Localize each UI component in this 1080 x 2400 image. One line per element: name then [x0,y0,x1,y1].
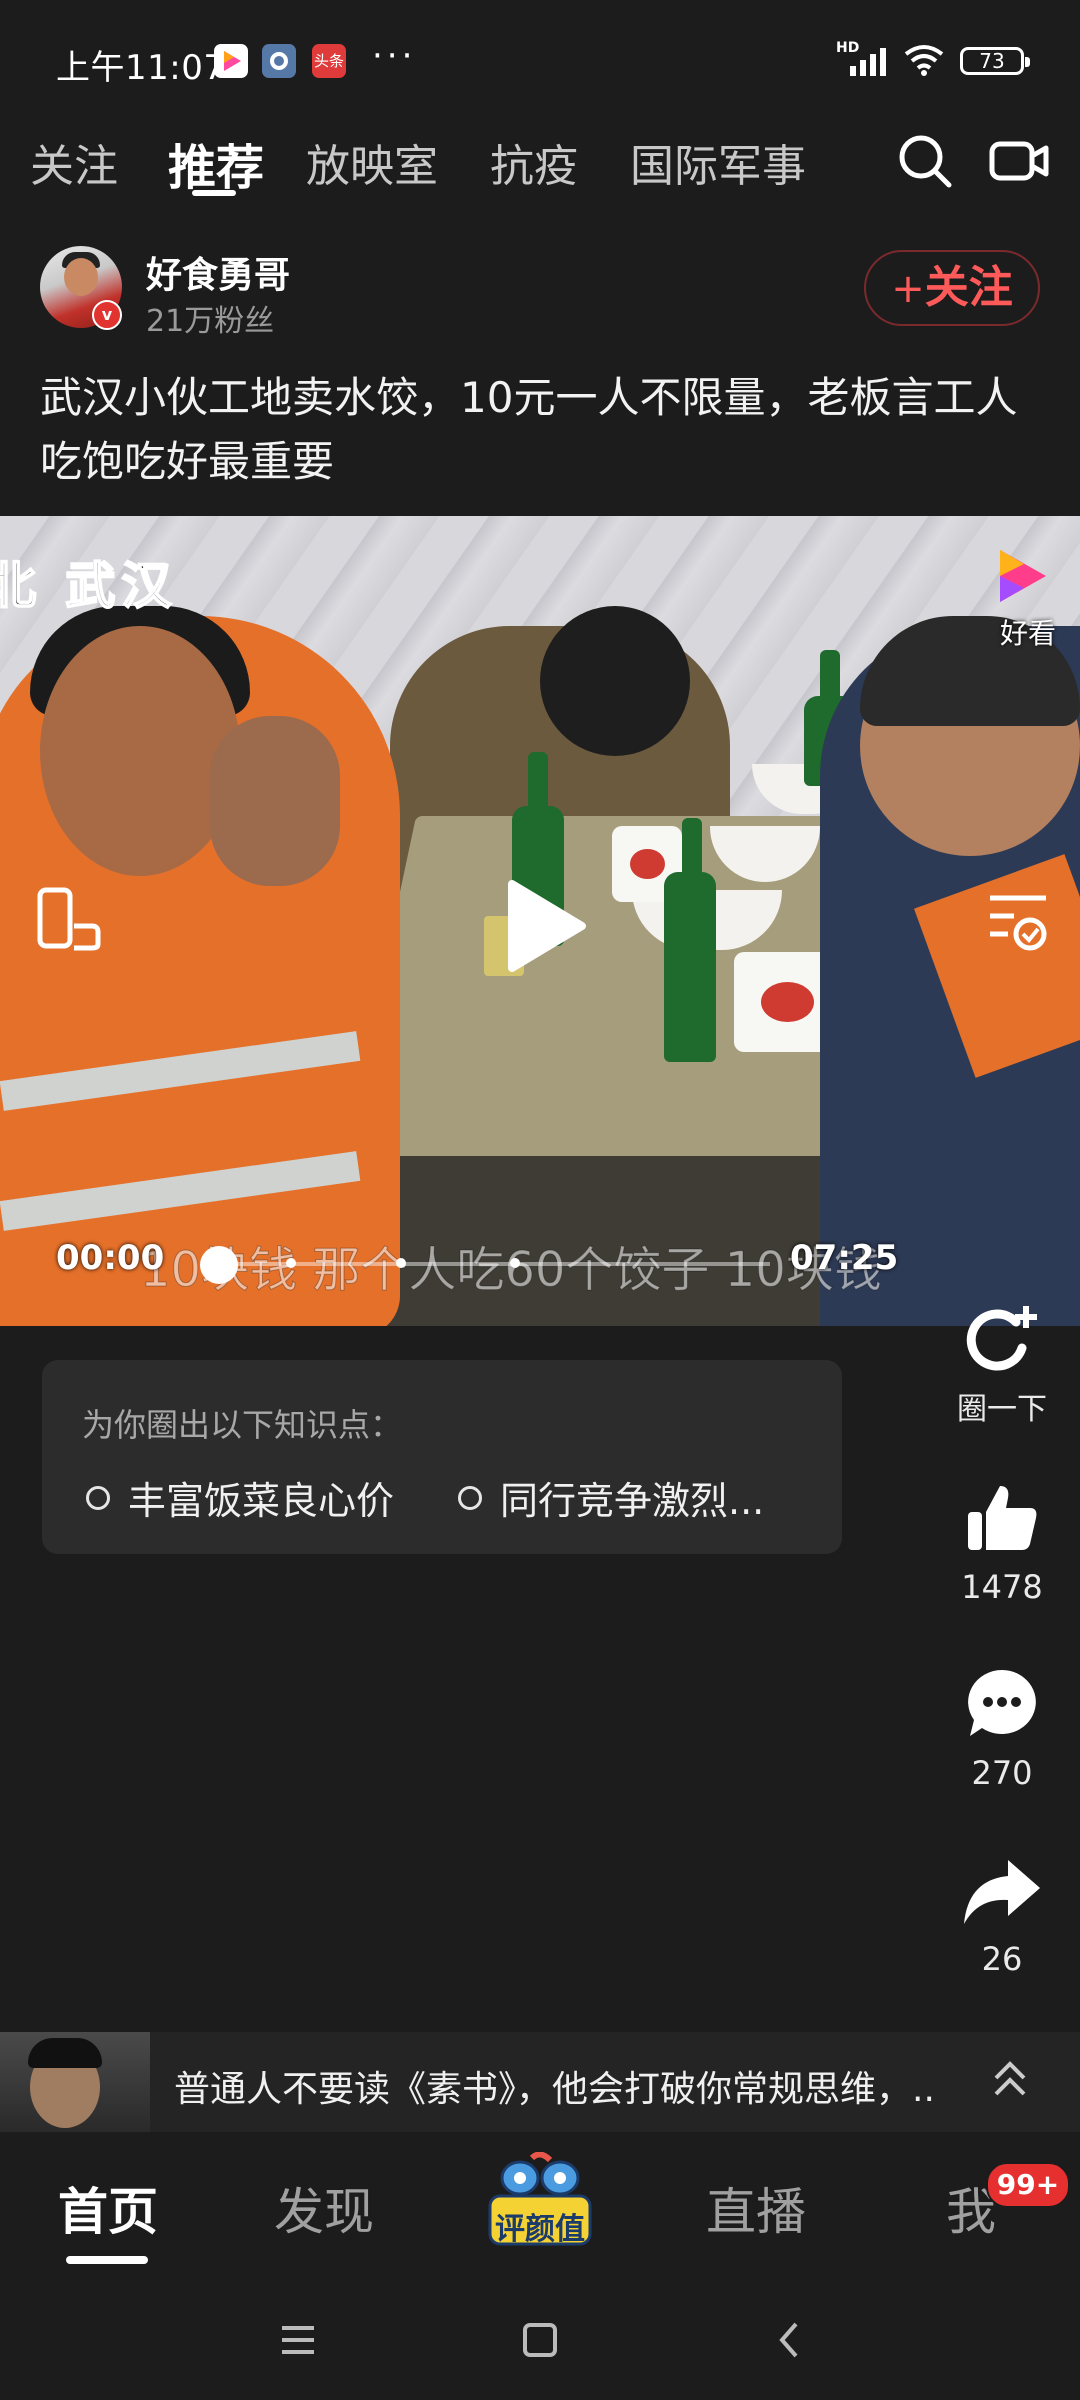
tab-recommend[interactable]: 推荐 [168,128,264,198]
current-time: 00:00 [56,1238,165,1278]
wifi-icon [902,42,946,80]
signal-icon: HD [836,40,888,78]
top-tabs: 关注 推荐 放映室 抗疫 国际军事 [0,120,1080,230]
status-time: 上午11:07 [56,48,226,88]
status-more-dots: ··· [372,36,417,76]
home-square-icon[interactable] [522,2320,558,2364]
comment-count: 270 [971,1754,1033,1792]
play-icon[interactable] [500,876,590,980]
share-count: 26 [981,1940,1023,1978]
active-tab-indicator [192,190,236,196]
related-video-bar[interactable]: 普通人不要读《素书》，他会打破你常规思维，... [0,2032,1080,2132]
video-frame-bottle [820,650,840,700]
playlist-check-icon[interactable] [986,886,1050,960]
rate-looks-label: 评颜值 [495,2212,585,2247]
progress-chapter-dot [510,1258,520,1268]
thumbs-up-icon [964,1486,1040,1560]
knowledge-title: 为你圈出以下知识点： [82,1406,403,1444]
video-frame-bottle [682,818,702,878]
circle-icon [458,1485,482,1510]
settings-icon [262,44,296,78]
menu-icon[interactable] [280,2320,316,2364]
duration: 07:25 [790,1238,899,1278]
chevron-up-icon[interactable] [990,2054,1030,2110]
avatar-face [64,258,98,296]
related-video-title: 普通人不要读《素书》，他会打破你常规思维，... [174,2069,934,2110]
video-frame-bottle [664,872,716,1062]
video-app-icon [214,44,248,78]
video-frame-person-head [540,606,690,756]
like-action[interactable]: 1478 [940,1480,1064,1606]
progress-knob[interactable] [200,1246,238,1284]
comment-action[interactable]: 270 [940,1666,1064,1792]
knowledge-card: 为你圈出以下知识点： 丰富饭菜良心价 同行竞争激烈... [42,1360,842,1554]
tab-screening-room[interactable]: 放映室 [306,130,438,194]
system-nav-bar [0,2282,1080,2400]
nav-home[interactable]: 首页 [58,2172,158,2244]
follow-label: 关注 [924,262,1013,313]
knowledge-point[interactable]: 丰富饭菜良心价 [86,1470,394,1525]
haokan-logo-icon [994,546,1050,610]
author-row: v 好食勇哥 21万粉丝 +关注 [0,244,1080,344]
circle-action-label: 圈一下 [957,1392,1047,1427]
author-fans: 21万粉丝 [146,304,275,339]
author-name[interactable]: 好食勇哥 [146,246,290,298]
knowledge-point-label: 同行竞争激烈... [500,1479,765,1523]
nav-live[interactable]: 直播 [706,2172,806,2244]
toutiao-icon: 头条 [312,44,346,78]
app-screen: 上午11:07 头条 ··· HD 73 关注 推荐 放映室 抗疫 国际军事 v… [0,0,1080,2400]
like-count: 1478 [961,1568,1043,1606]
back-icon[interactable] [772,2320,808,2364]
related-thumbnail-hair [28,2038,102,2068]
circle-action[interactable]: 圈一下 [940,1300,1064,1428]
haokan-logo-text: 好看 [999,617,1056,650]
battery-indicator: 73 [960,47,1030,75]
status-bar: 上午11:07 头条 ··· HD 73 [0,0,1080,120]
progress-chapter-dot [396,1258,406,1268]
share-icon [960,1860,1044,1932]
video-player[interactable]: 北 武汉 好看 10块钱 那个人吃60个饺子 10块钱 00:00 07:25 [0,516,1080,1326]
search-icon[interactable] [896,132,954,194]
video-title[interactable]: 武汉小伙工地卖水饺，10元一人不限量，老板言工人吃饱吃好最重要 [40,366,1040,494]
related-thumbnail [0,2032,150,2132]
video-frame-person-head [40,626,240,876]
rotate-screen-icon[interactable] [34,886,104,960]
follow-button[interactable]: +关注 [864,250,1040,326]
tab-international-military[interactable]: 国际军事 [630,130,806,194]
tab-follow[interactable]: 关注 [30,130,118,194]
nav-discover[interactable]: 发现 [274,2172,374,2244]
camera-icon[interactable] [988,132,1050,194]
rate-looks-logo-icon[interactable]: 评颜值 [484,2151,596,2252]
verified-badge-icon: v [92,300,122,330]
video-city-caption: 北 武汉 [0,556,178,616]
video-frame-bottle [528,752,548,812]
comment-icon [964,1670,1040,1746]
bottom-nav: 首页 发现 评颜值 直播 我 99+ [0,2132,1080,2282]
video-frame-hand [210,716,340,886]
knowledge-point[interactable]: 同行竞争激烈... [458,1470,764,1525]
status-indicators: HD 73 [836,40,1030,80]
circle-icon [86,1485,110,1510]
progress-chapter-dot [286,1258,296,1268]
nav-active-indicator [66,2256,148,2264]
knowledge-point-label: 丰富饭菜良心价 [128,1479,395,1523]
share-action[interactable]: 26 [940,1856,1064,1978]
plus-icon: + [891,266,925,312]
circle-add-icon [960,1306,1044,1378]
tab-anti-epidemic[interactable]: 抗疫 [490,130,578,194]
notification-badge: 99+ [986,2162,1070,2208]
